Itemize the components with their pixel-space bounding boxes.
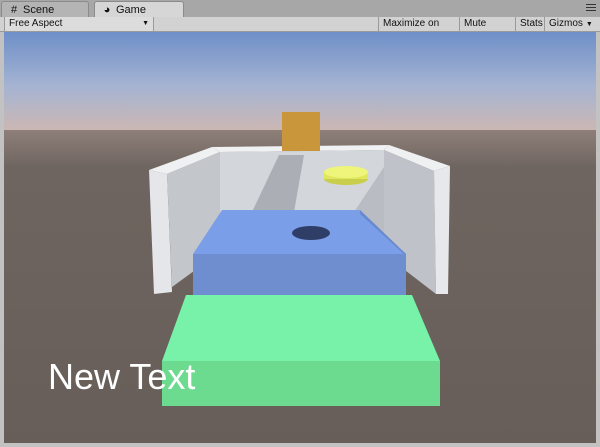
- tab-bar: # Scene ◕ Game: [0, 0, 600, 18]
- panel-menu-icon[interactable]: [586, 4, 596, 13]
- aspect-value: Free Aspect: [9, 18, 63, 29]
- game-viewport[interactable]: New Text: [4, 32, 596, 443]
- game-pacman-icon: ◕: [103, 4, 111, 16]
- ui-text-label: New Text: [48, 356, 196, 397]
- mute-audio-button[interactable]: Mute audio: [459, 17, 515, 43]
- gizmos-label: Gizmos: [549, 18, 583, 29]
- game-toolbar: Free Aspect ▼ Maximize on Play Mute audi…: [0, 17, 600, 43]
- stats-label: Stats: [520, 18, 543, 29]
- chevron-down-icon: ▼: [142, 20, 149, 27]
- tab-game-label: Game: [116, 4, 146, 16]
- tab-scene-label: Scene: [23, 4, 55, 16]
- tab-game[interactable]: ◕ Game: [94, 1, 184, 18]
- tab-scene[interactable]: # Scene: [1, 1, 89, 17]
- chevron-down-icon: ▼: [585, 21, 593, 28]
- gizmos-dropdown[interactable]: Gizmos ▼: [544, 17, 600, 31]
- orange-cube: [282, 112, 320, 151]
- yellow-disc: [324, 166, 368, 185]
- aspect-dropdown[interactable]: Free Aspect ▼: [4, 17, 154, 31]
- stats-button[interactable]: Stats: [515, 17, 544, 31]
- green-platform: [162, 295, 440, 406]
- maximize-on-play-button[interactable]: Maximize on Play: [378, 17, 459, 43]
- grid-icon: #: [10, 4, 18, 16]
